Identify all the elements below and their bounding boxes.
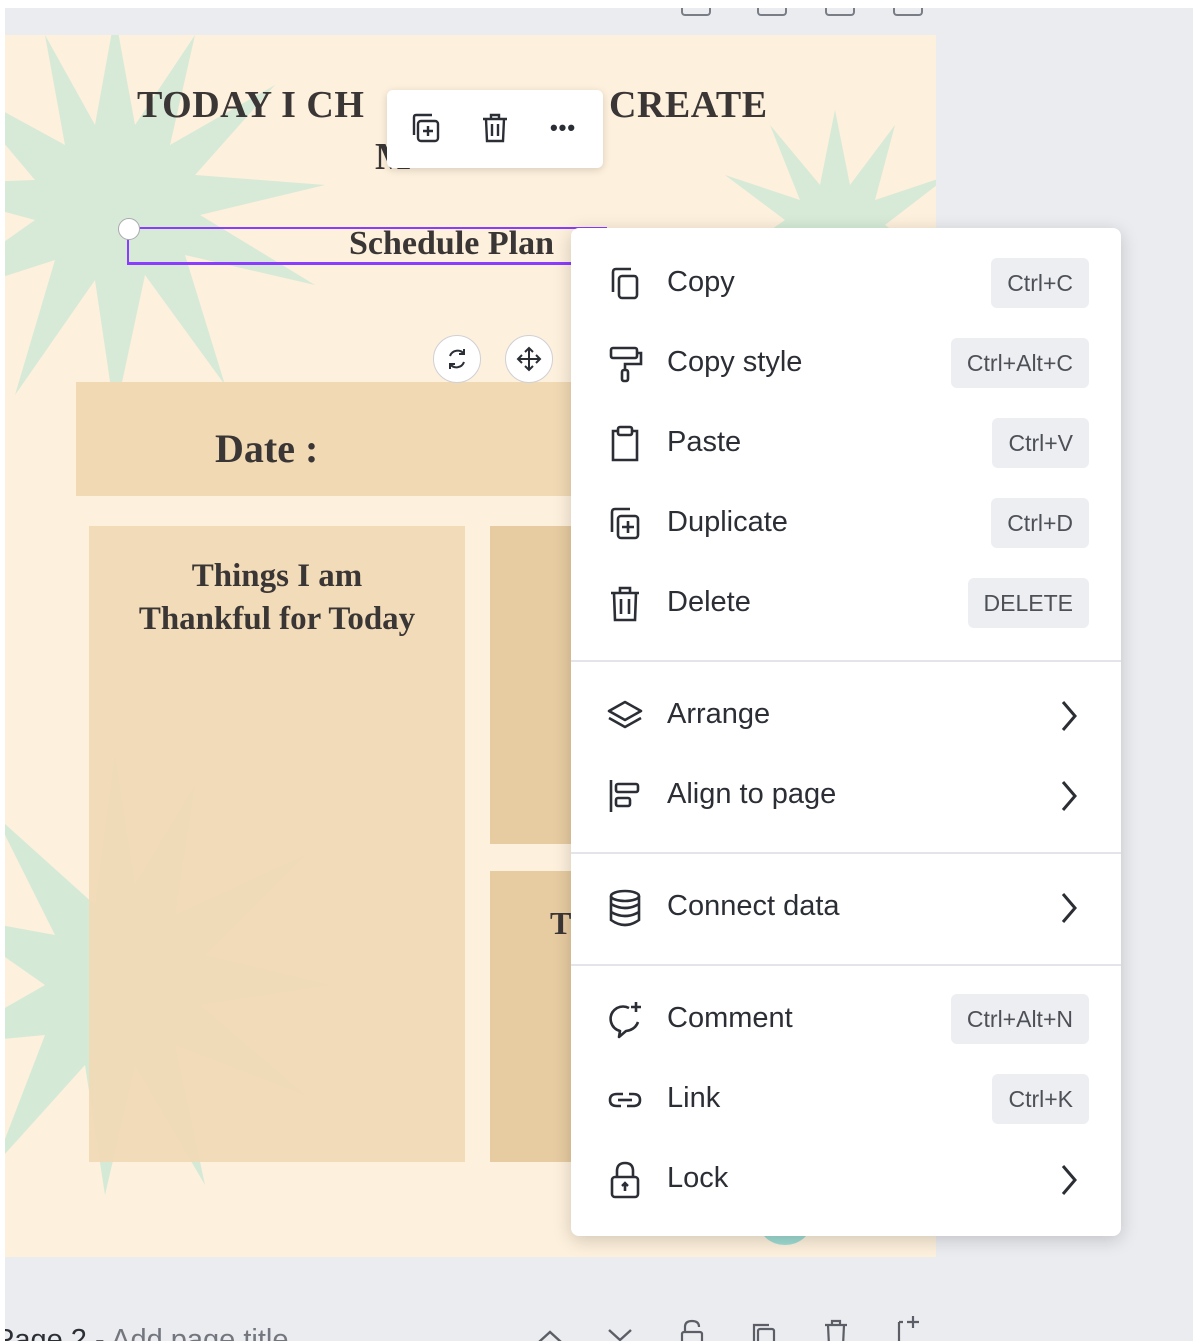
add-page-icon[interactable]	[893, 1314, 923, 1341]
box-title-partial: T	[550, 905, 572, 941]
menu-item-label: Connect data	[667, 890, 840, 922]
date-label[interactable]: Date :	[215, 425, 318, 472]
shortcut-badge: Ctrl+D	[991, 498, 1089, 548]
shortcut-badge: Ctrl+Alt+N	[950, 994, 1089, 1044]
shortcut-badge: DELETE	[967, 578, 1089, 628]
menu-item-arrange[interactable]: Arrange	[571, 676, 1121, 756]
trash-icon	[611, 586, 639, 622]
page-heading-right[interactable]: CREATE	[609, 83, 768, 127]
menu-divider	[571, 964, 1121, 966]
menu-item-label: Arrange	[667, 698, 771, 730]
menu-item-label: Duplicate	[667, 506, 788, 538]
page-title-input[interactable]: Add page title	[111, 1324, 288, 1341]
menu-item-align-to-page[interactable]: Align to page	[571, 756, 1121, 836]
page-footer-bar: Page 2 - Add page title	[5, 1304, 1193, 1341]
menu-item-lock[interactable]: Lock	[571, 1140, 1121, 1220]
chevron-down-icon[interactable]	[605, 1328, 635, 1341]
duplicate-page-icon[interactable]	[749, 1320, 779, 1341]
trash-icon[interactable]	[821, 1318, 851, 1341]
comment-add-icon	[609, 1002, 641, 1039]
menu-item-delete[interactable]: Delete DELETE	[571, 564, 1121, 644]
delete-button[interactable]	[475, 108, 515, 148]
link-icon	[608, 1092, 642, 1108]
page-title-row[interactable]: Page 2 - Add page title	[5, 1324, 288, 1341]
thankful-line-2: Thankful for Today	[138, 601, 416, 637]
chevron-right-icon	[1061, 701, 1077, 731]
duplicate-button[interactable]	[405, 108, 445, 148]
top-toolbar	[5, 8, 1193, 18]
layers-icon	[607, 700, 643, 729]
selection-outline[interactable]	[127, 227, 607, 265]
lock-icon	[610, 1161, 640, 1199]
menu-item-comment[interactable]: Comment Ctrl+Alt+N	[571, 980, 1121, 1060]
menu-item-label: Comment	[667, 1002, 793, 1034]
toolbar-icon[interactable]	[825, 8, 855, 16]
chevron-right-icon	[1061, 781, 1077, 811]
menu-item-copy-style[interactable]: Copy style Ctrl+Alt+C	[571, 324, 1121, 404]
menu-item-label: Align to page	[667, 778, 837, 810]
menu-item-label: Delete	[667, 586, 751, 618]
thankful-text[interactable]: Things I am Thankful for Today	[89, 555, 465, 641]
thankful-line-1: Things I am	[191, 558, 363, 594]
chevron-right-icon	[1061, 893, 1077, 923]
duplicate-icon	[610, 507, 640, 540]
move-button[interactable]	[505, 335, 553, 383]
menu-item-label: Paste	[667, 426, 742, 458]
copy-icon	[611, 267, 639, 300]
menu-divider	[571, 660, 1121, 662]
shortcut-badge: Ctrl+C	[991, 258, 1089, 308]
toolbar-icon[interactable]	[757, 8, 787, 16]
rotate-icon	[449, 349, 465, 369]
date-box[interactable]	[76, 382, 596, 496]
toolbar-icon[interactable]	[893, 8, 923, 16]
menu-item-label: Link	[667, 1082, 721, 1114]
more-options-button[interactable]: •••	[543, 108, 583, 148]
menu-item-copy[interactable]: Copy Ctrl+C	[571, 244, 1121, 324]
clipboard-icon	[611, 425, 639, 462]
menu-item-link[interactable]: Link Ctrl+K	[571, 1060, 1121, 1140]
duplicate-icon	[412, 113, 440, 143]
toolbar-icon[interactable]	[681, 8, 711, 16]
chevron-right-icon	[1061, 1165, 1077, 1195]
lock-icon[interactable]	[677, 1318, 707, 1341]
rotate-button[interactable]	[433, 335, 481, 383]
shortcut-badge: Ctrl+Alt+C	[950, 338, 1089, 388]
element-toolbar: •••	[387, 90, 603, 168]
page-heading-left[interactable]: TODAY I CH	[137, 83, 364, 127]
paint-roller-icon	[609, 346, 643, 383]
shortcut-badge: Ctrl+K	[992, 1074, 1089, 1124]
chevron-up-icon[interactable]	[535, 1328, 565, 1341]
menu-item-label: Copy	[667, 266, 735, 298]
shortcut-badge: Ctrl+V	[992, 418, 1089, 468]
align-left-icon	[609, 780, 640, 812]
editor-workspace: TODAY I CH CREATE M Schedule Plan Date :…	[5, 8, 1193, 1341]
menu-item-connect-data[interactable]: Connect data	[571, 868, 1121, 948]
menu-item-label: Lock	[667, 1162, 729, 1194]
trash-icon	[483, 113, 507, 143]
menu-item-paste[interactable]: Paste Ctrl+V	[571, 404, 1121, 484]
move-icon	[516, 346, 542, 372]
page-number-label: Page 2 -	[5, 1324, 105, 1341]
menu-item-label: Copy style	[667, 346, 803, 378]
resize-handle[interactable]	[118, 218, 140, 240]
menu-divider	[571, 852, 1121, 854]
database-icon	[609, 889, 641, 927]
context-menu: Copy Ctrl+C Copy style Ctrl+Alt+C Paste …	[571, 228, 1121, 1236]
menu-item-duplicate[interactable]: Duplicate Ctrl+D	[571, 484, 1121, 564]
